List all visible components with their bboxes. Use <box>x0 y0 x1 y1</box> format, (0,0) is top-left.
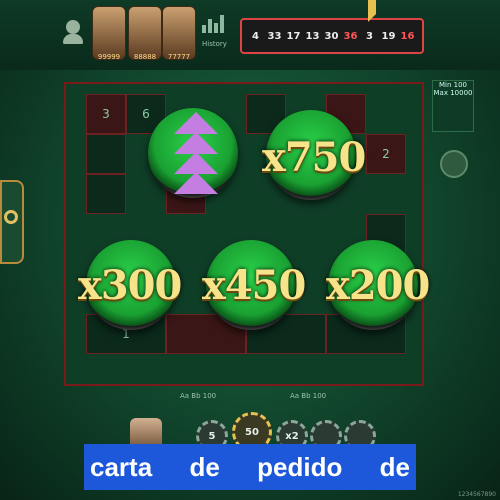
user-icon[interactable] <box>63 20 83 44</box>
player-avatar-2[interactable]: 88888 <box>128 6 162 61</box>
cell-number: 6 <box>142 107 150 121</box>
caption-banner: carta de pedido de <box>84 444 416 490</box>
footer-text: 1234567890 <box>457 491 496 498</box>
recent-number: 4 <box>252 30 259 42</box>
max-bet-label: Max 10000 <box>433 89 473 97</box>
bet-info-left: Aa Bb 100 <box>180 392 217 400</box>
multiplier-450: x450 <box>202 262 306 309</box>
caption-word: carta <box>90 451 153 482</box>
cell-number: 2 <box>382 147 390 161</box>
recent-number: 19 <box>381 30 396 42</box>
roulette-table[interactable]: 3 6 2 1 <box>64 82 424 386</box>
caption-word: de <box>379 451 410 482</box>
recent-number: 16 <box>400 30 415 42</box>
game-stage: 99999 88888 77777 History 4 33 17 13 30 … <box>0 0 500 500</box>
recent-number: 30 <box>324 30 339 42</box>
min-bet-label: Min 100 <box>438 81 467 89</box>
table-cell[interactable]: 2 <box>366 134 406 174</box>
bet-info-right: Aa Bb 100 <box>290 392 327 400</box>
multiplier-200: x200 <box>326 262 430 309</box>
caption-word: pedido <box>257 451 343 482</box>
table-cell[interactable]: 3 <box>86 94 126 134</box>
up-arrows-icon <box>166 112 230 202</box>
table-cell[interactable] <box>86 174 126 214</box>
recent-number: 3 <box>366 30 373 42</box>
multiplier-300: x300 <box>78 262 182 309</box>
recent-number: 33 <box>267 30 282 42</box>
bet-limits-panel: Min 100 Max 10000 <box>432 80 474 132</box>
recent-number: 13 <box>305 30 320 42</box>
player-avatar-3[interactable]: 77777 <box>162 6 196 61</box>
player-avatar-1[interactable]: 99999 <box>92 6 126 61</box>
caption-word: de <box>189 451 220 482</box>
recent-number: 36 <box>343 30 358 42</box>
player-balance-3: 77777 <box>167 53 191 61</box>
gear-icon <box>4 210 18 224</box>
top-bar: 99999 88888 77777 History 4 33 17 13 30 … <box>0 0 500 70</box>
player-balance-2: 88888 <box>133 53 157 61</box>
cell-number: 3 <box>102 107 110 121</box>
side-chip-button[interactable] <box>440 150 468 178</box>
recent-number: 17 <box>286 30 301 42</box>
recent-numbers-bar: 4 33 17 13 30 36 3 19 16 <box>240 18 424 54</box>
player-balance-1: 99999 <box>97 53 121 61</box>
table-cell[interactable] <box>86 134 126 174</box>
settings-side-button[interactable] <box>0 180 24 264</box>
history-label: History <box>202 40 227 48</box>
history-chart-icon[interactable] <box>202 14 232 40</box>
multiplier-750: x750 <box>262 134 366 181</box>
pointer-icon <box>368 0 382 22</box>
